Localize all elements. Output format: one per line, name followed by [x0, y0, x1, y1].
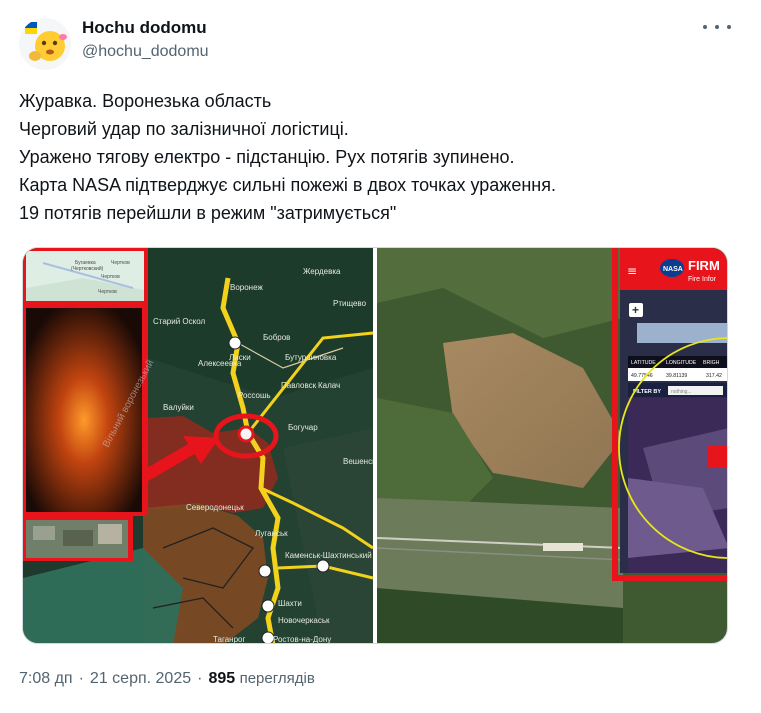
- avatar[interactable]: [19, 18, 71, 70]
- more-options-icon[interactable]: [703, 17, 731, 37]
- map-label: Таганрог: [213, 635, 245, 644]
- map-label: Бутурлиновка: [285, 353, 337, 362]
- map-label: Каменськ-Шахтинський: [285, 551, 372, 560]
- firms-title: FIRM: [688, 258, 720, 273]
- avatar-emoji-icon: [19, 18, 71, 70]
- tweet-line: Уражено тягову електро - підстанцію. Рух…: [19, 147, 515, 167]
- map-label: Ростов-на-Дону: [273, 635, 331, 644]
- tweet-line: 19 потягів перейшли в режим "затримуєтьс…: [19, 203, 397, 223]
- firms-value-lat: 49.77546: [631, 373, 653, 379]
- firms-header-lat: LATITUDE: [631, 360, 656, 366]
- separator-dot: ·: [197, 670, 203, 687]
- tweet: Hochu dodomu @hochu_dodomu Журавка. Воро…: [0, 0, 761, 713]
- firms-header-lon: LONGITUDE: [666, 360, 697, 366]
- firms-value-lon: 39.81139: [666, 373, 687, 379]
- map-label: Жердевка: [303, 267, 341, 276]
- zoom-in-label: +: [632, 303, 639, 317]
- more-dot: [703, 25, 707, 29]
- map-label: Калач: [318, 381, 340, 390]
- inset-map-label: Чертков: [111, 260, 130, 266]
- map-label: Старий Оскол: [153, 317, 205, 326]
- map-label: Ртищево: [333, 299, 367, 308]
- firms-subtitle: Fire Infor: [688, 276, 717, 283]
- map-label: Алексеевка: [198, 359, 242, 368]
- left-map-panel: Воронеж Старий Оскол Лиски Бобров Алексе…: [23, 248, 385, 644]
- separator-dot: ·: [78, 670, 84, 687]
- tweet-line: Журавка. Воронезька область: [19, 91, 272, 111]
- map-label: Бобров: [263, 333, 290, 342]
- tweet-date[interactable]: 21 серп. 2025: [90, 670, 191, 687]
- map-label: Валуйки: [163, 403, 194, 412]
- map-label: Луганськ: [255, 529, 288, 538]
- filter-label: FILTER BY: [633, 389, 661, 395]
- tweet-time[interactable]: 7:08 дп: [19, 670, 73, 687]
- tweet-line: Черговий удар по залізничної логістиці.: [19, 119, 349, 139]
- more-dot: [715, 25, 719, 29]
- map-label: Павловск: [281, 381, 317, 390]
- inset-map-label: Чертков: [98, 289, 117, 295]
- media-image: Воронеж Старий Оскол Лиски Бобров Алексе…: [23, 248, 727, 644]
- map-label: Северодонецьк: [186, 503, 244, 512]
- inset-map-label: Чертков: [101, 274, 120, 280]
- more-dot: [727, 25, 731, 29]
- menu-icon[interactable]: ≡: [627, 264, 637, 278]
- map-label: Новочеркаськ: [278, 616, 330, 625]
- tweet-meta: 7:08 дп · 21 серп. 2025 · 895 переглядів: [19, 668, 315, 690]
- inset-map-label: (Чертковский): [71, 265, 104, 272]
- fire-detection-marker: [707, 446, 727, 468]
- views-label: переглядів: [239, 670, 315, 687]
- filter-placeholder: nothing...: [671, 389, 692, 395]
- author-block: Hochu dodomu @hochu_dodomu: [82, 17, 209, 63]
- views-count: 895: [208, 670, 236, 687]
- author-display-name[interactable]: Hochu dodomu: [82, 17, 209, 39]
- nasa-label: NASA: [663, 266, 683, 273]
- author-handle[interactable]: @hochu_dodomu: [82, 41, 209, 63]
- tweet-line: Карта NASA підтверджує сильні пожежі в д…: [19, 175, 556, 195]
- right-satellite-panel: ≡ NASA FIRM Fire Infor + LATITUDE LONGIT…: [376, 248, 727, 643]
- map-label: Воронеж: [230, 283, 263, 292]
- map-label: Россошь: [238, 391, 271, 400]
- map-label: Богучар: [288, 423, 318, 432]
- tweet-media[interactable]: Воронеж Старий Оскол Лиски Бобров Алексе…: [22, 247, 728, 644]
- firms-header-brightness: BRIGH: [703, 360, 720, 366]
- firms-value-brightness: 317.42: [706, 373, 722, 379]
- tweet-text: Журавка. Воронезька область Черговий уда…: [19, 87, 739, 227]
- map-label: Шахти: [278, 599, 302, 608]
